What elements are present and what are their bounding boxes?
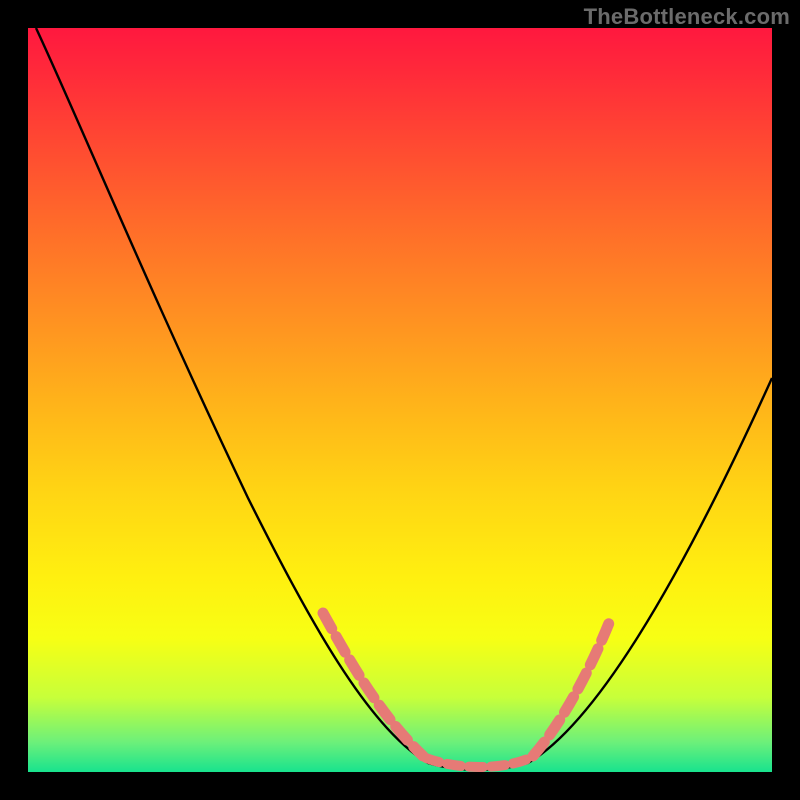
chart-frame: TheBottleneck.com [0, 0, 800, 800]
highlight-right [533, 618, 611, 756]
bottleneck-curve [36, 28, 772, 770]
highlight-left [323, 613, 423, 756]
watermark-text: TheBottleneck.com [584, 4, 790, 30]
highlight-mid [426, 758, 530, 767]
plot-area [28, 28, 772, 772]
curve-svg [28, 28, 772, 772]
